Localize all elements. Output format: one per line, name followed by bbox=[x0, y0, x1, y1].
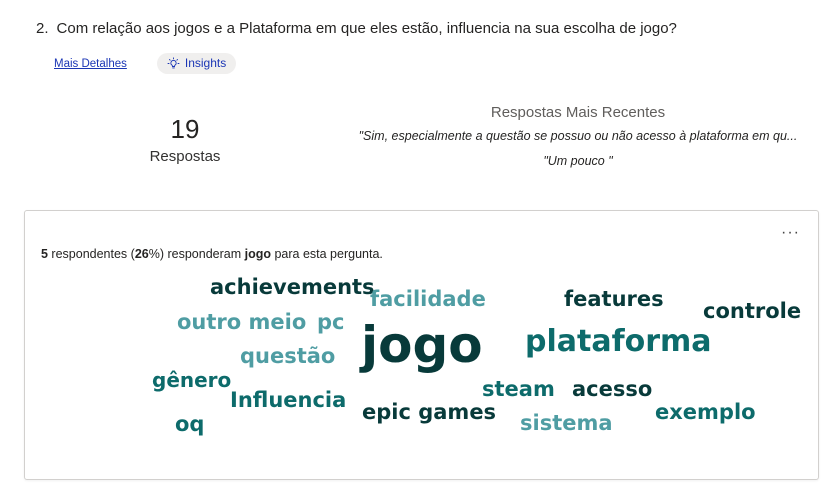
word-cloud-card: ··· 5 respondentes (26%) responderam jog… bbox=[24, 210, 819, 480]
word-cloud-word[interactable]: pc bbox=[317, 310, 344, 334]
word-cloud-word[interactable]: steam bbox=[482, 377, 555, 401]
summary-text-3: para esta pergunta. bbox=[270, 247, 383, 261]
summary-text-2: %) responderam bbox=[148, 247, 245, 261]
word-cloud-word[interactable]: features bbox=[564, 287, 664, 311]
word-cloud-word[interactable]: outro meio bbox=[177, 310, 306, 334]
word-cloud-word[interactable]: plataforma bbox=[525, 324, 712, 359]
word-cloud-word[interactable]: acesso bbox=[572, 377, 652, 401]
word-cloud-word[interactable]: facilidade bbox=[370, 287, 486, 311]
recent-response-2: "Um pouco " bbox=[543, 154, 613, 168]
word-cloud-word[interactable]: jogo bbox=[361, 316, 483, 374]
question-actions: Mais Detalhes Insights bbox=[54, 53, 237, 74]
recent-responses: Respostas Mais Recentes "Sim, especialme… bbox=[336, 104, 820, 168]
lightbulb-icon bbox=[167, 56, 180, 68]
word-cloud-word[interactable]: sistema bbox=[520, 411, 613, 435]
word-cloud-word[interactable]: questão bbox=[240, 344, 335, 368]
summary-text-1: respondentes ( bbox=[47, 247, 135, 261]
word-cloud-word[interactable]: gênero bbox=[152, 368, 231, 392]
summary-count: 5 bbox=[41, 247, 48, 261]
word-cloud-word[interactable]: Influencia bbox=[230, 388, 346, 412]
more-details-link[interactable]: Mais Detalhes bbox=[54, 58, 127, 70]
question-title: 2. Com relação aos jogos e a Plataforma e… bbox=[36, 20, 677, 37]
summary-keyword: jogo bbox=[244, 247, 271, 261]
word-cloud-word[interactable]: epic games bbox=[362, 400, 496, 424]
question-number: 2. bbox=[36, 20, 49, 37]
question-text: Com relação aos jogos e a Plataforma em … bbox=[56, 20, 677, 37]
word-cloud-word[interactable]: oq bbox=[175, 412, 204, 436]
word-summary: 5 respondentes (26%) responderam jogo pa… bbox=[41, 247, 383, 261]
insights-label: Insights bbox=[184, 56, 227, 70]
response-count-value: 19 bbox=[170, 114, 200, 144]
word-cloud-word[interactable]: exemplo bbox=[655, 400, 756, 424]
insights-button[interactable]: Insights bbox=[156, 53, 237, 74]
word-cloud-word[interactable]: controle bbox=[703, 299, 801, 323]
word-cloud-word[interactable]: achievements bbox=[210, 275, 375, 299]
response-count-label: Respostas bbox=[149, 148, 221, 165]
summary-percent: 26 bbox=[134, 247, 149, 261]
response-summary-page: 2. Com relação aos jogos e a Plataforma e… bbox=[0, 0, 832, 487]
recent-response-1: "Sim, especialmente a questão se possuo … bbox=[358, 129, 798, 143]
response-count: 19 Respostas bbox=[135, 114, 235, 165]
more-options-icon[interactable]: ··· bbox=[781, 225, 800, 241]
recent-responses-title: Respostas Mais Recentes bbox=[490, 104, 666, 121]
